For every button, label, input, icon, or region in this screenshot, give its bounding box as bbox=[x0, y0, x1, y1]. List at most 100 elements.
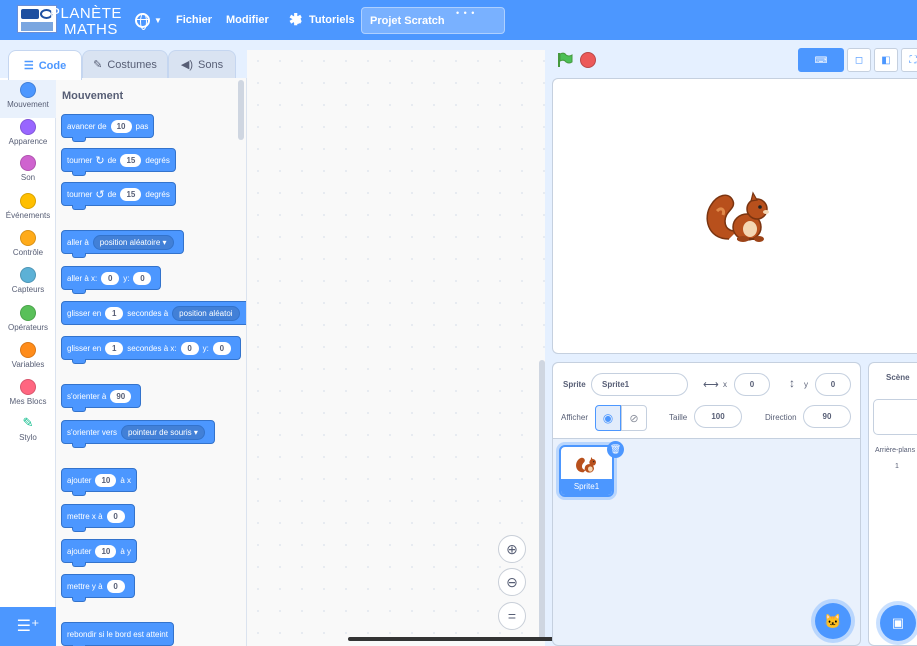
block-turn-right[interactable]: tourner ↻ de 15 degrés bbox=[61, 148, 176, 176]
block-input[interactable]: 10 bbox=[110, 119, 132, 133]
block-dropdown[interactable]: pointeur de souris ▾ bbox=[121, 424, 205, 440]
normal-stage-button[interactable]: ◧ bbox=[874, 48, 898, 72]
backdrop-thumbnail[interactable] bbox=[873, 399, 917, 435]
delete-sprite-button[interactable]: 🗑 bbox=[607, 441, 624, 458]
category-sensing[interactable]: Capteurs bbox=[0, 265, 56, 303]
stop-button[interactable] bbox=[580, 52, 596, 68]
block-input[interactable]: 0 bbox=[212, 341, 231, 355]
tab-sounds-label: Sons bbox=[198, 58, 224, 71]
block-input[interactable]: 15 bbox=[120, 187, 142, 201]
zoom-reset-button[interactable]: = bbox=[498, 602, 526, 630]
category-control[interactable]: Contrôle bbox=[0, 228, 56, 266]
stage-canvas[interactable] bbox=[552, 78, 917, 354]
fullscreen-button[interactable]: ⛶ bbox=[901, 48, 917, 72]
tab-costumes-label: Costumes bbox=[107, 58, 157, 71]
block-input[interactable]: 0 bbox=[101, 271, 120, 285]
scene-pane[interactable]: Scène Arrière-plans 1 ▣ bbox=[868, 362, 917, 646]
menu-tutorials[interactable]: Tutoriels bbox=[289, 0, 355, 40]
sprite-pane: Sprite Sprite1 ⟷ x 0 ↕ y 0 Afficher ◉ ⊘ … bbox=[552, 362, 861, 646]
category-dot bbox=[20, 119, 36, 135]
sprite-name-input[interactable]: Sprite1 bbox=[591, 373, 688, 396]
eye-icon: ◉ bbox=[602, 411, 614, 425]
block-input[interactable]: 0 bbox=[180, 341, 199, 355]
x-position-input[interactable]: 0 bbox=[734, 373, 770, 396]
block-input[interactable]: 10 bbox=[95, 544, 117, 558]
block-point-towards[interactable]: s'orienter vers pointeur de souris ▾ bbox=[61, 420, 215, 448]
block-set-x[interactable]: mettre x à 0 bbox=[61, 504, 135, 532]
zoom-in-button[interactable]: ⊕ bbox=[498, 535, 526, 563]
category-motion[interactable]: Mouvement bbox=[0, 80, 56, 118]
block-glide[interactable]: glisser en 1 secondes à position aléatoi bbox=[61, 301, 246, 325]
palette-scrollbar[interactable] bbox=[238, 80, 244, 140]
size-label: Taille bbox=[669, 413, 688, 422]
tab-code[interactable]: ☰ Code bbox=[8, 50, 82, 80]
block-input[interactable]: 90 bbox=[110, 389, 132, 403]
category-looks[interactable]: Apparence bbox=[0, 117, 56, 155]
add-extension-button[interactable]: ☰⁺ bbox=[0, 607, 56, 646]
tab-costumes[interactable]: ✎ Costumes bbox=[82, 50, 168, 78]
y-position-input[interactable]: 0 bbox=[815, 373, 851, 396]
size-input[interactable]: 100 bbox=[694, 405, 742, 428]
block-input[interactable]: 0 bbox=[106, 579, 125, 593]
script-area[interactable]: ⊕ ⊖ = bbox=[247, 50, 545, 646]
logo-text-line2: MATHS bbox=[64, 21, 118, 38]
planete-maths-logo[interactable]: PLANÈTE MATHS bbox=[14, 3, 121, 38]
language-menu[interactable]: ▼ bbox=[135, 0, 162, 40]
script-area-scrollbar[interactable] bbox=[539, 360, 545, 640]
block-input[interactable]: 10 bbox=[95, 473, 117, 487]
block-dropdown[interactable]: position aléatoire ▾ bbox=[92, 234, 174, 250]
squirrel-thumbnail bbox=[576, 457, 596, 473]
block-set-y[interactable]: mettre y à 0 bbox=[61, 574, 135, 602]
category-operators[interactable]: Opérateurs bbox=[0, 303, 56, 341]
block-text: tourner bbox=[67, 155, 93, 165]
block-dropdown[interactable]: position aléatoi bbox=[172, 305, 240, 321]
direction-input[interactable]: 90 bbox=[803, 405, 851, 428]
category-pen[interactable]: ✎ Stylo bbox=[0, 415, 56, 453]
category-label: Mes Blocs bbox=[9, 397, 47, 406]
project-title-input[interactable]: Projet Scratch bbox=[361, 7, 505, 34]
category-my-blocks[interactable]: Mes Blocs bbox=[0, 377, 56, 415]
show-label: Afficher bbox=[561, 413, 588, 422]
show-sprite-button[interactable]: ◉ bbox=[595, 405, 621, 431]
hide-sprite-button[interactable]: ⊘ bbox=[621, 405, 647, 431]
block-input[interactable]: 0 bbox=[106, 509, 125, 523]
squirrel-sprite[interactable] bbox=[703, 181, 777, 247]
block-input[interactable]: 0 bbox=[133, 271, 152, 285]
category-events[interactable]: Événements bbox=[0, 191, 56, 229]
green-flag-icon[interactable] bbox=[557, 52, 573, 68]
block-input[interactable]: 1 bbox=[105, 306, 124, 320]
block-text: mettre x à bbox=[67, 511, 103, 521]
speaker-icon: ◀) bbox=[180, 59, 194, 71]
zoom-out-button[interactable]: ⊖ bbox=[498, 568, 526, 596]
block-text: aller à bbox=[67, 237, 89, 247]
block-move-steps[interactable]: avancer de 10 pas bbox=[61, 114, 155, 142]
block-point-direction[interactable]: s'orienter à 90 bbox=[61, 384, 142, 412]
category-variables[interactable]: Variables bbox=[0, 340, 56, 378]
block-text: pas bbox=[135, 121, 149, 131]
block-bounce[interactable]: rebondir si le bord est atteint bbox=[61, 622, 174, 646]
block-glide-xy[interactable]: glisser en 1 secondes à x: 0 y: 0 bbox=[61, 336, 241, 364]
stage-size-controls: ⌨ ◻ ◧ ⛶ bbox=[795, 48, 917, 72]
small-stage-button[interactable]: ◻ bbox=[847, 48, 871, 72]
sprite-tile[interactable]: Sprite1 🗑 bbox=[559, 441, 624, 497]
zoom-reset-icon: = bbox=[507, 608, 517, 624]
category-sound[interactable]: Son bbox=[0, 153, 56, 191]
category-label: Capteurs bbox=[11, 285, 45, 294]
menu-edit[interactable]: Modifier bbox=[226, 0, 269, 40]
block-goto[interactable]: aller à position aléatoire ▾ bbox=[61, 230, 184, 258]
palette-category-title: Mouvement bbox=[62, 90, 124, 102]
block-turn-left[interactable]: tourner ↺ de 15 degrés bbox=[61, 182, 176, 210]
category-dot bbox=[20, 155, 36, 171]
block-input[interactable]: 1 bbox=[105, 341, 124, 355]
menu-file[interactable]: Fichier bbox=[176, 0, 212, 40]
add-backdrop-button[interactable]: ▣ bbox=[880, 605, 916, 641]
keyboard-button[interactable]: ⌨ bbox=[798, 48, 844, 72]
tab-sounds[interactable]: ◀) Sons bbox=[168, 50, 236, 78]
add-sprite-button[interactable]: 🐱 bbox=[815, 603, 851, 639]
block-goto-xy[interactable]: aller à x: 0 y: 0 bbox=[61, 266, 162, 294]
block-input[interactable]: 15 bbox=[120, 153, 142, 167]
block-change-y[interactable]: ajouter 10 à y bbox=[61, 539, 138, 567]
block-change-x[interactable]: ajouter 10 à x bbox=[61, 468, 138, 496]
brush-icon: ✎ bbox=[93, 59, 103, 71]
block-text: rebondir si le bord est atteint bbox=[67, 629, 168, 639]
